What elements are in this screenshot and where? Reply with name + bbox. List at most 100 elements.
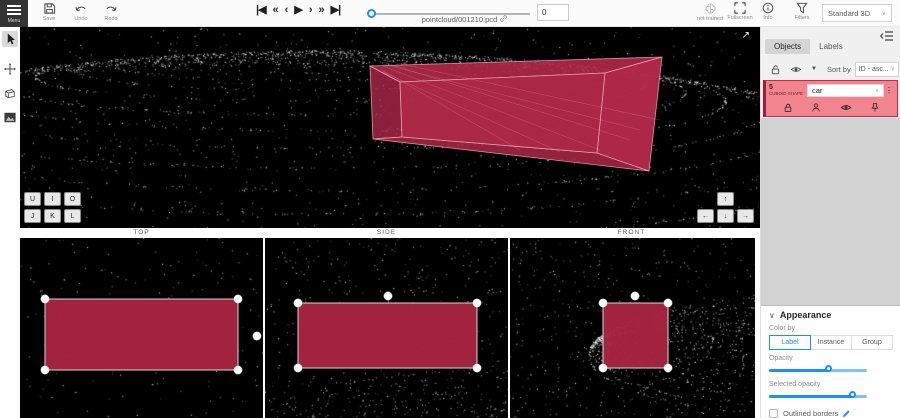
- redo-icon: [104, 2, 118, 15]
- tab-labels[interactable]: Labels: [810, 39, 852, 54]
- cursor-icon: [5, 33, 16, 45]
- cuboid-tool-button[interactable]: [2, 85, 18, 101]
- save-label: Save: [36, 16, 62, 22]
- menu-label: Menu: [8, 18, 21, 24]
- sort-select[interactable]: ID - asc... ∨: [855, 62, 899, 77]
- objects-sidebar: Objects Labels ▼ Sort by ID - asc... ∨ 5: [760, 27, 900, 418]
- side-ortho-view[interactable]: [265, 238, 508, 418]
- move-tool-button[interactable]: [2, 61, 18, 77]
- object-label-value: car: [812, 86, 822, 95]
- outlined-borders-row: Outlined borders: [769, 409, 893, 418]
- object-pin-icon[interactable]: [870, 102, 880, 113]
- save-icon: [43, 2, 56, 15]
- last-frame-button[interactable]: ▶|: [331, 3, 341, 18]
- key-u[interactable]: U: [24, 192, 41, 206]
- previous-frame-button[interactable]: ‹: [285, 3, 288, 18]
- ai-tools-label: not trained: [697, 16, 723, 22]
- backward-button[interactable]: «: [273, 3, 278, 18]
- frame-slider-handle[interactable]: [367, 9, 376, 18]
- tab-objects[interactable]: Objects: [765, 39, 810, 54]
- appearance-header[interactable]: ∨Appearance: [769, 310, 893, 320]
- object-actions-menu[interactable]: ⋮: [884, 86, 894, 95]
- key-j[interactable]: J: [24, 209, 41, 223]
- expand-all-caret-icon[interactable]: ▼: [811, 66, 817, 72]
- tools-sidebar: [0, 27, 20, 418]
- info-icon: [762, 2, 774, 14]
- list-controls: ▼ Sort by ID - asc... ∨: [761, 59, 900, 79]
- front-view-overlay[interactable]: [510, 238, 755, 418]
- object-id: 5: [769, 84, 807, 91]
- object-hide-icon[interactable]: [840, 102, 852, 113]
- cuboid-annotation[interactable]: [20, 27, 760, 228]
- annotation-app: Menu Save Undo Redo |◀ «: [0, 0, 900, 418]
- redo-button[interactable]: Redo: [98, 2, 124, 22]
- selected-opacity-slider-handle[interactable]: [849, 391, 856, 398]
- hide-all-icon[interactable]: [790, 64, 802, 75]
- color-by-instance-button[interactable]: Instance: [810, 335, 852, 350]
- frame-number-input[interactable]: [537, 4, 569, 21]
- filters-button[interactable]: Filters: [789, 2, 815, 21]
- front-view-label: FRONT: [510, 228, 753, 238]
- main-menu-button[interactable]: Menu: [0, 0, 28, 27]
- object-item-car[interactable]: 5 CUBOID SHAPE car ∨ ⋮: [763, 80, 898, 117]
- filters-label: Filters: [789, 15, 815, 21]
- outlined-borders-checkbox[interactable]: [769, 409, 778, 418]
- ortho-view-labels: TOP SIDE FRONT: [20, 228, 760, 238]
- opacity-label: Opacity: [769, 355, 893, 362]
- undo-label: Undo: [68, 16, 94, 22]
- side-view-overlay[interactable]: [265, 238, 508, 418]
- key-k[interactable]: K: [44, 209, 61, 223]
- key-l[interactable]: L: [64, 209, 81, 223]
- save-button[interactable]: Save: [36, 2, 62, 22]
- object-list-empty-area: [761, 118, 900, 305]
- resize-perspective-icon[interactable]: ↗: [742, 30, 750, 41]
- opacity-slider-handle[interactable]: [825, 365, 832, 372]
- fullscreen-icon: [734, 2, 746, 14]
- arrow-left-key[interactable]: ←: [697, 209, 714, 223]
- object-switchers: [766, 100, 897, 115]
- forward-button[interactable]: »: [318, 3, 323, 18]
- color-by-group-button[interactable]: Group: [851, 335, 893, 350]
- top-view-overlay[interactable]: [20, 238, 263, 418]
- object-occluded-icon[interactable]: [811, 102, 821, 113]
- sidebar-tabs: Objects Labels: [765, 39, 852, 54]
- top-ortho-view[interactable]: [20, 238, 263, 418]
- perspective-canvas[interactable]: ↗ U I O J K L ↑ ← ↓ →: [20, 27, 760, 228]
- key-o[interactable]: O: [64, 192, 81, 206]
- key-i[interactable]: I: [44, 192, 61, 206]
- collapse-sidebar-icon[interactable]: [880, 29, 894, 43]
- undo-button[interactable]: Undo: [68, 2, 94, 22]
- lock-all-icon[interactable]: [770, 64, 781, 75]
- camera-key-hints: U I O J K L: [24, 192, 81, 223]
- arrow-right-key[interactable]: →: [737, 209, 754, 223]
- filename-wrap: pointcloud/001210.pcd: [385, 14, 545, 24]
- first-frame-button[interactable]: |◀: [256, 3, 266, 18]
- opacity-slider[interactable]: [769, 365, 867, 376]
- color-by-label-button[interactable]: Label: [769, 335, 811, 350]
- appearance-title: Appearance: [780, 310, 832, 320]
- front-ortho-view[interactable]: [510, 238, 755, 418]
- object-label-select[interactable]: car ∨: [807, 84, 884, 97]
- play-button[interactable]: ▶: [294, 3, 301, 18]
- workspace-value: Standard 3D: [828, 9, 870, 18]
- chevron-down-icon: ∨: [875, 88, 879, 94]
- ai-tools-button[interactable]: not trained: [697, 2, 723, 22]
- link-icon[interactable]: [499, 14, 508, 23]
- player-controls: |◀ « ‹ ▶ › » ▶|: [256, 3, 340, 18]
- arrow-up-key[interactable]: ↑: [717, 192, 734, 206]
- fullscreen-label: Fullscreen: [727, 15, 753, 21]
- image-tool-button[interactable]: [2, 109, 18, 125]
- edit-color-pencil-icon[interactable]: [842, 409, 851, 418]
- info-button[interactable]: Info: [755, 2, 781, 21]
- info-label: Info: [755, 15, 781, 21]
- next-frame-button[interactable]: ›: [309, 3, 312, 18]
- cursor-tool-button[interactable]: [2, 31, 18, 47]
- selected-opacity-label: Selected opacity: [769, 381, 893, 388]
- arrow-down-key[interactable]: ↓: [717, 209, 734, 223]
- top-view-label: TOP: [20, 228, 263, 238]
- object-lock-icon[interactable]: [783, 102, 793, 113]
- move-icon: [4, 63, 16, 75]
- workspace-select[interactable]: Standard 3D ∨: [822, 4, 892, 22]
- fullscreen-button[interactable]: Fullscreen: [727, 2, 753, 21]
- selected-opacity-slider[interactable]: [769, 391, 867, 402]
